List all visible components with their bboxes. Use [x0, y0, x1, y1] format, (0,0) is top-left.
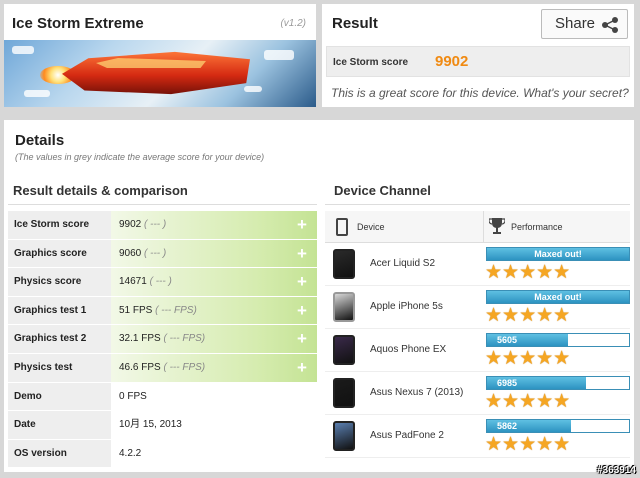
details-subtitle: (The values in grey indicate the average… [15, 152, 265, 162]
row-value: 14671 ( --- ) [111, 268, 317, 296]
star-rating-icon: ★★★★★ [485, 434, 571, 455]
row-label: Graphics score [8, 239, 111, 268]
row-value: 32.1 FPS ( --- FPS) [111, 325, 317, 353]
result-title: Result [332, 15, 378, 32]
trophy-icon [489, 218, 505, 234]
details-panel: Details (The values in grey indicate the… [4, 120, 634, 472]
table-row[interactable]: Physics score 14671 ( --- ) + [8, 268, 317, 297]
row-value: 51 FPS ( --- FPS) [111, 296, 317, 325]
row-value: 0 FPS [119, 390, 147, 402]
share-button[interactable]: Share [541, 9, 628, 39]
share-icon [602, 17, 618, 33]
row-label: Ice Storm score [8, 211, 111, 239]
share-label: Share [555, 15, 596, 32]
device-name: Apple iPhone 5s [370, 301, 443, 312]
table-row[interactable]: Graphics test 2 32.1 FPS ( --- FPS) + [8, 325, 317, 354]
watermark: #363914 [597, 465, 636, 476]
performance-value: 6985 [497, 378, 518, 388]
device-icon [336, 218, 348, 236]
expand-plus-icon[interactable]: + [295, 245, 309, 262]
performance-value: 5605 [497, 335, 518, 345]
device-name: Asus PadFone 2 [370, 430, 444, 441]
result-card: Result Share Ice Storm score 9902 This i… [322, 4, 634, 107]
row-label: Physics test [8, 353, 111, 382]
device-row[interactable]: Asus PadFone 2 5862 ★★★★★ [325, 415, 630, 458]
star-rating-icon: ★★★★★ [485, 348, 571, 369]
performance-bar: 5862 [486, 419, 630, 433]
benchmark-title: Ice Storm Extreme [12, 15, 144, 32]
performance-bar: Maxed out! [486, 247, 630, 261]
result-details-heading: Result details & comparison [13, 183, 188, 198]
table-row[interactable]: Graphics score 9060 ( --- ) + [8, 239, 317, 269]
table-row[interactable]: Graphics test 1 51 FPS ( --- FPS) + [8, 296, 317, 326]
expand-plus-icon[interactable]: + [295, 359, 309, 376]
expand-plus-icon[interactable]: + [295, 216, 309, 233]
table-row: Demo 0 FPS [8, 382, 317, 412]
benchmark-banner-image [4, 40, 316, 107]
table-row: OS version 4.2.2 [8, 439, 317, 469]
expand-plus-icon[interactable]: + [295, 273, 309, 290]
table-row: Date 10月 15, 2013 [8, 411, 317, 440]
table-row[interactable]: Ice Storm score 9902 ( --- ) + [8, 211, 317, 240]
expand-plus-icon[interactable]: + [295, 330, 309, 347]
expand-plus-icon[interactable]: + [295, 302, 309, 319]
table-row[interactable]: Physics test 46.6 FPS ( --- FPS) + [8, 353, 317, 383]
device-column-header: Device [357, 222, 385, 232]
device-thumbnail-icon [333, 292, 355, 322]
star-rating-icon: ★★★★★ [485, 391, 571, 412]
device-thumbnail-icon [333, 378, 355, 408]
row-value: 10月 15, 2013 [119, 419, 182, 431]
row-value: 4.2.2 [119, 447, 142, 459]
benchmark-card: Ice Storm Extreme (v1.2) [4, 4, 316, 107]
performance-bar: 5605 [486, 333, 630, 347]
performance-column-header: Performance [511, 222, 563, 232]
score-row: Ice Storm score 9902 [326, 46, 630, 77]
benchmark-version: (v1.2) [280, 18, 306, 29]
row-label: Graphics test 2 [8, 325, 111, 353]
row-value: 9902 ( --- ) [111, 211, 317, 239]
device-name: Asus Nexus 7 (2013) [370, 387, 464, 398]
device-channel-heading: Device Channel [334, 183, 431, 198]
device-thumbnail-icon [333, 249, 355, 279]
row-value: 46.6 FPS ( --- FPS) [111, 353, 317, 382]
details-title: Details [15, 132, 65, 149]
row-label: OS version [8, 439, 111, 468]
star-rating-icon: ★★★★★ [485, 305, 571, 326]
performance-value: Maxed out! [534, 292, 582, 302]
divider [325, 204, 630, 205]
result-details-table: Ice Storm score 9902 ( --- ) + Graphics … [8, 211, 317, 469]
device-table-header: Device Performance [325, 211, 630, 243]
star-rating-icon: ★★★★★ [485, 262, 571, 283]
device-name: Acer Liquid S2 [370, 258, 436, 269]
row-value: 9060 ( --- ) [111, 239, 317, 268]
device-name: Aquos Phone EX [370, 344, 447, 355]
performance-bar: Maxed out! [486, 290, 630, 304]
device-row[interactable]: Acer Liquid S2 Maxed out! ★★★★★ [325, 243, 630, 286]
device-channel-table: Device Performance Acer Liquid S2 Maxed o… [325, 211, 630, 458]
device-thumbnail-icon [333, 421, 355, 451]
performance-bar: 6985 [486, 376, 630, 390]
score-message: This is a great score for this device. W… [331, 86, 629, 100]
row-label: Physics score [8, 268, 111, 296]
score-label: Ice Storm score [333, 57, 409, 68]
score-value: 9902 [435, 53, 469, 70]
performance-value: Maxed out! [534, 249, 582, 259]
performance-value: 5862 [497, 421, 518, 431]
device-row[interactable]: Apple iPhone 5s Maxed out! ★★★★★ [325, 286, 630, 329]
device-thumbnail-icon [333, 335, 355, 365]
row-label: Date [8, 411, 111, 439]
row-label: Demo [8, 382, 111, 411]
device-row[interactable]: Aquos Phone EX 5605 ★★★★★ [325, 329, 630, 372]
divider [483, 211, 484, 243]
device-row[interactable]: Asus Nexus 7 (2013) 6985 ★★★★★ [325, 372, 630, 415]
row-label: Graphics test 1 [8, 296, 111, 325]
divider [8, 204, 317, 205]
